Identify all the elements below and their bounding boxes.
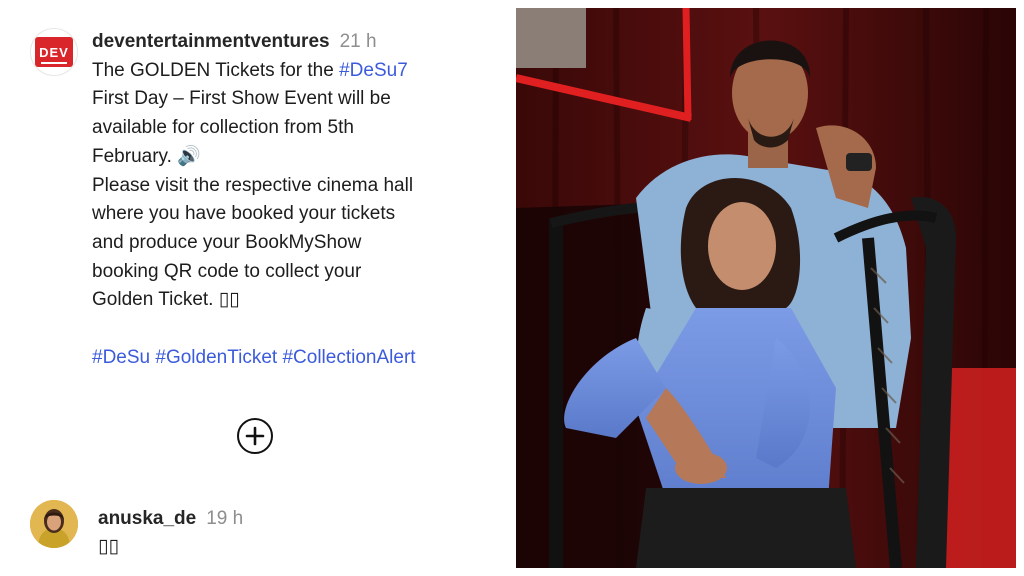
plus-circle-icon: [245, 426, 265, 446]
hashtag-link[interactable]: #CollectionAlert: [282, 347, 415, 368]
hashtag-link[interactable]: #DeSu7: [339, 60, 408, 81]
caption-line: February. 🔊: [92, 145, 201, 167]
post-caption: deventertainmentventures 21 h The GOLDEN …: [92, 28, 492, 372]
post-image[interactable]: [516, 8, 1016, 568]
caption-line: First Day – First Show Event will be: [92, 88, 391, 110]
commenter-avatar[interactable]: [30, 500, 78, 548]
post-header: deventertainmentventures 21 h: [92, 28, 492, 57]
logo-text: DEV: [39, 44, 69, 60]
post-author-avatar[interactable]: DEV: [30, 28, 78, 76]
comment-header: anuska_de 19 h: [98, 505, 243, 533]
comment: anuska_de 19 h ▯▯: [98, 505, 243, 561]
dev-logo: DEV: [35, 37, 73, 67]
comment-text: ▯▯: [98, 536, 119, 557]
caption-line: Golden Ticket. ▯▯: [92, 289, 240, 311]
caption-text: The GOLDEN Tickets for the: [92, 59, 340, 81]
caption-line: The GOLDEN Tickets for the #DeSu7: [92, 57, 492, 86]
caption-line: available for collection from 5th: [92, 117, 354, 139]
caption-line: booking QR code to collect your: [92, 260, 362, 282]
caption-line: and produce your BookMyShow: [92, 231, 362, 253]
post-panel: DEV deventertainmentventures 21 h The GOL…: [0, 0, 510, 576]
avatar-photo: [30, 500, 78, 548]
caption-line: where you have booked your tickets: [92, 203, 396, 225]
hashtag-row: #DeSu #GoldenTicket #CollectionAlert: [92, 344, 492, 373]
hashtag-link[interactable]: #GoldenTicket: [155, 347, 277, 368]
logo-underline: [41, 62, 67, 64]
post-username[interactable]: deventertainmentventures: [92, 31, 330, 52]
caption-line: Please visit the respective cinema hall: [92, 174, 414, 196]
couple-photo: [516, 8, 1016, 568]
comment-username[interactable]: anuska_de: [98, 508, 196, 529]
hashtag-link[interactable]: #DeSu: [92, 347, 150, 368]
comment-timestamp[interactable]: 19 h: [206, 508, 243, 529]
post-timestamp[interactable]: 21 h: [340, 31, 377, 52]
load-more-comments-button[interactable]: [237, 418, 273, 454]
